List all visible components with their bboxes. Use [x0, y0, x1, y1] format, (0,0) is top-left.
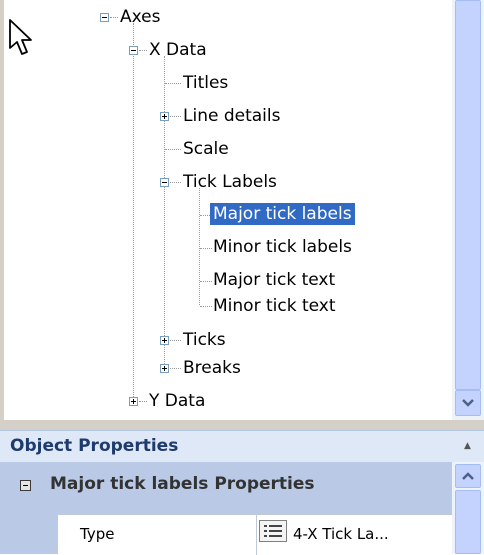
expand-icon[interactable]	[160, 112, 169, 121]
scroll-down-arrow-icon	[462, 399, 474, 407]
tree-node-major-tick-text[interactable]: Major tick text	[210, 269, 338, 291]
property-category[interactable]: Major tick labels Properties	[0, 468, 452, 504]
expand-icon[interactable]	[160, 336, 169, 345]
expand-icon[interactable]	[129, 397, 138, 406]
scroll-up-arrow-icon	[462, 472, 474, 480]
collapse-icon[interactable]	[20, 480, 31, 491]
properties-grid: Major tick labels Properties Type 4-X Ti…	[0, 462, 452, 555]
tree-node-y-data[interactable]: Y Data	[146, 390, 208, 412]
tree-node-line-details[interactable]: Line details	[180, 105, 283, 127]
property-value[interactable]: 4-X Tick La...	[293, 525, 389, 543]
expand-icon[interactable]	[160, 364, 169, 373]
collapse-icon[interactable]	[100, 13, 109, 22]
collapse-icon[interactable]	[129, 46, 138, 55]
object-properties-title: Object Properties	[10, 436, 179, 456]
tree-node-tick-labels[interactable]: Tick Labels	[180, 171, 280, 193]
property-row[interactable]: Type 4-X Tick La...	[58, 514, 452, 555]
list-icon[interactable]	[259, 520, 287, 542]
collapse-icon[interactable]	[160, 178, 169, 187]
property-category-label: Major tick labels Properties	[50, 474, 315, 494]
property-name: Type	[80, 525, 115, 543]
object-tree[interactable]: Axes X Data Titles Line details Scale Ti…	[4, 0, 452, 420]
tree-node-ticks[interactable]: Ticks	[180, 329, 229, 351]
scroll-down-button[interactable]	[455, 390, 481, 416]
tree-node-major-tick-labels[interactable]: Major tick labels	[210, 203, 355, 225]
collapse-panel-icon[interactable]: ▲	[464, 441, 471, 451]
properties-scroll-thumb[interactable]	[455, 490, 481, 554]
tree-node-minor-tick-labels[interactable]: Minor tick labels	[210, 236, 355, 258]
tree-scrollbar[interactable]	[452, 0, 484, 420]
tree-node-titles[interactable]: Titles	[180, 72, 231, 94]
scroll-up-button[interactable]	[455, 464, 481, 488]
properties-scrollbar[interactable]	[452, 462, 484, 554]
mouse-pointer-icon	[9, 19, 32, 55]
tree-node-axes[interactable]: Axes	[117, 6, 163, 28]
tree-node-x-data[interactable]: X Data	[146, 39, 210, 61]
tree-node-minor-tick-text[interactable]: Minor tick text	[210, 295, 339, 317]
pane-splitter[interactable]	[0, 420, 484, 430]
property-divider	[256, 515, 257, 555]
object-properties-header: Object Properties ▲	[0, 430, 484, 462]
tree-scroll-thumb[interactable]	[455, 0, 481, 390]
tree-node-scale[interactable]: Scale	[180, 138, 232, 160]
tree-node-breaks[interactable]: Breaks	[180, 357, 244, 379]
